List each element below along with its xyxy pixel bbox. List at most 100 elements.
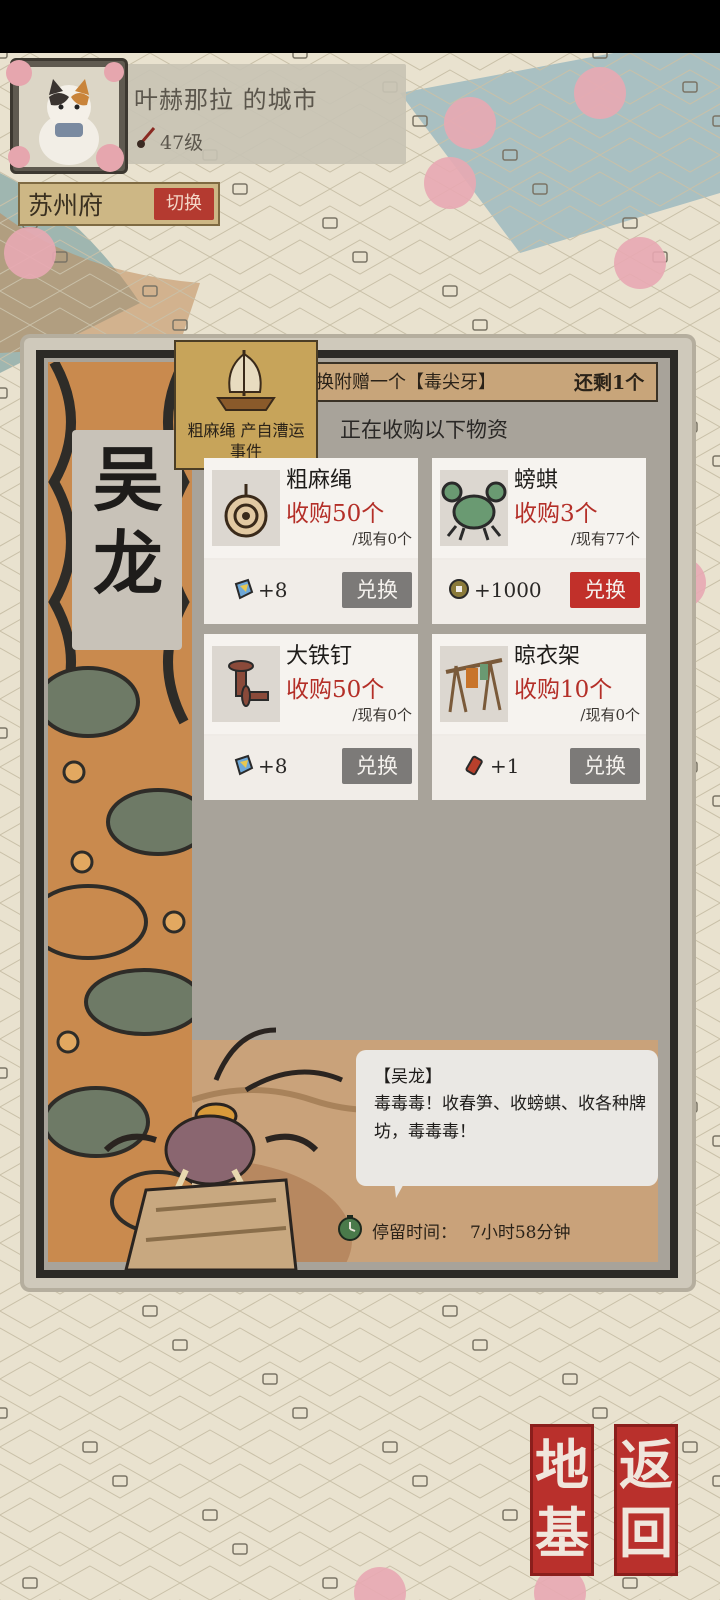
map-tile <box>118 1361 182 1397</box>
map-tile <box>388 1395 452 1431</box>
empty-plot-icon <box>442 1305 458 1317</box>
empty-plot-icon <box>202 1509 218 1521</box>
map-tile <box>268 171 332 207</box>
map-tile <box>268 307 332 343</box>
copper-coin-icon <box>449 579 469 599</box>
city-name: 叶赫那拉 的城市 <box>134 86 318 114</box>
map-tile <box>328 1327 392 1363</box>
map-tile <box>268 239 332 275</box>
empty-plot-icon <box>262 1373 278 1385</box>
empty-plot-icon <box>0 1067 8 1079</box>
map-tile <box>58 1565 122 1600</box>
map-tile <box>418 1497 482 1533</box>
map-tile <box>538 1293 602 1329</box>
map-tile <box>28 1463 92 1499</box>
exchange-button[interactable]: 兑换 <box>570 572 640 608</box>
map-tile <box>28 1531 92 1567</box>
map-tile <box>388 1327 452 1363</box>
map-tile <box>568 1327 632 1363</box>
switch-region-button[interactable]: 切换 <box>154 188 214 220</box>
map-tile <box>688 1191 720 1227</box>
empty-plot-icon <box>352 251 368 263</box>
item-icon-frame <box>212 646 280 722</box>
return-label: 返回 <box>619 1433 673 1565</box>
blossom-decoration <box>6 60 32 86</box>
empty-plot-icon <box>292 53 308 59</box>
map-tile <box>298 1361 362 1397</box>
map-tile <box>298 1565 362 1600</box>
map-tile <box>688 987 720 1023</box>
empty-plot-icon <box>562 1373 578 1385</box>
map-tile <box>448 307 512 343</box>
map-tile <box>268 1327 332 1363</box>
return-button[interactable]: 返回 <box>614 1424 678 1576</box>
empty-plot-icon <box>442 285 458 297</box>
map-tile <box>358 1361 422 1397</box>
map-tile <box>688 647 720 683</box>
item-name: 螃蜞 <box>514 468 559 493</box>
map-tile <box>298 1429 362 1465</box>
map-tile <box>598 1293 662 1329</box>
item-owned: /现有0个 <box>352 530 412 548</box>
map-tile <box>658 205 720 241</box>
stay-time-label: 停留时间： <box>372 1223 457 1243</box>
purchase-card-rope: 粗麻绳 收购50个 /现有0个 +8 兑换 <box>204 458 418 624</box>
exchange-button[interactable]: 兑换 <box>342 748 412 784</box>
empty-plot-icon <box>112 1475 128 1487</box>
map-tile <box>448 1463 512 1499</box>
map-tile <box>628 1327 692 1363</box>
map-tile <box>0 1463 32 1499</box>
bonus-remaining: 还剩1个 <box>574 372 645 394</box>
map-tile <box>688 1531 720 1567</box>
map-tile <box>118 1293 182 1329</box>
empty-plot-icon <box>472 319 488 331</box>
foundation-label: 地基 <box>535 1433 589 1565</box>
map-tile <box>238 1565 302 1600</box>
bonus-text: 换附赠一个【毒尖牙】 <box>316 372 496 393</box>
item-owned: /现有0个 <box>580 706 640 724</box>
map-tile <box>448 239 512 275</box>
map-tile <box>448 1531 512 1567</box>
empty-plot-icon <box>172 1339 188 1351</box>
empty-plot-icon <box>0 1407 8 1419</box>
empty-plot-icon <box>382 1441 398 1453</box>
map-tile <box>478 1293 542 1329</box>
exchange-button[interactable]: 兑换 <box>570 748 640 784</box>
map-tile <box>0 1429 62 1465</box>
map-tile <box>238 1293 302 1329</box>
map-tile <box>328 1395 392 1431</box>
item-request: 收购3个 <box>514 501 598 527</box>
map-tile <box>148 1395 212 1431</box>
reward-amount: +1000 <box>474 578 542 602</box>
empty-plot-icon <box>0 53 8 59</box>
blossom-tree-icon <box>614 237 666 289</box>
map-tile <box>688 1259 720 1295</box>
map-tile <box>688 375 720 411</box>
exchange-button[interactable]: 兑换 <box>342 572 412 608</box>
map-tile <box>688 1123 720 1159</box>
empty-plot-icon <box>712 1475 720 1487</box>
map-tile <box>28 1327 92 1363</box>
empty-plot-icon <box>712 795 720 807</box>
blossom-tree-icon <box>444 97 496 149</box>
status-bar <box>0 0 720 53</box>
empty-plot-icon <box>412 1475 428 1487</box>
map-tile <box>0 1531 32 1567</box>
empty-plot-icon <box>142 1305 158 1317</box>
map-tile <box>0 1395 32 1431</box>
map-tile <box>148 1327 212 1363</box>
firecracker-icon <box>465 755 483 776</box>
map-tile <box>418 1565 482 1600</box>
merchant-name: 吴龙 <box>93 438 163 605</box>
map-tile <box>238 1429 302 1465</box>
map-tile <box>88 1531 152 1567</box>
blossom-decoration <box>104 62 124 82</box>
blossom-tree-icon <box>574 67 626 119</box>
empty-plot-icon <box>22 1577 38 1589</box>
map-tile <box>688 919 720 955</box>
map-tile <box>568 307 632 343</box>
map-tile <box>418 273 482 309</box>
foundation-button[interactable]: 地基 <box>530 1424 594 1576</box>
map-tile <box>88 1395 152 1431</box>
map-tile <box>658 1293 720 1329</box>
